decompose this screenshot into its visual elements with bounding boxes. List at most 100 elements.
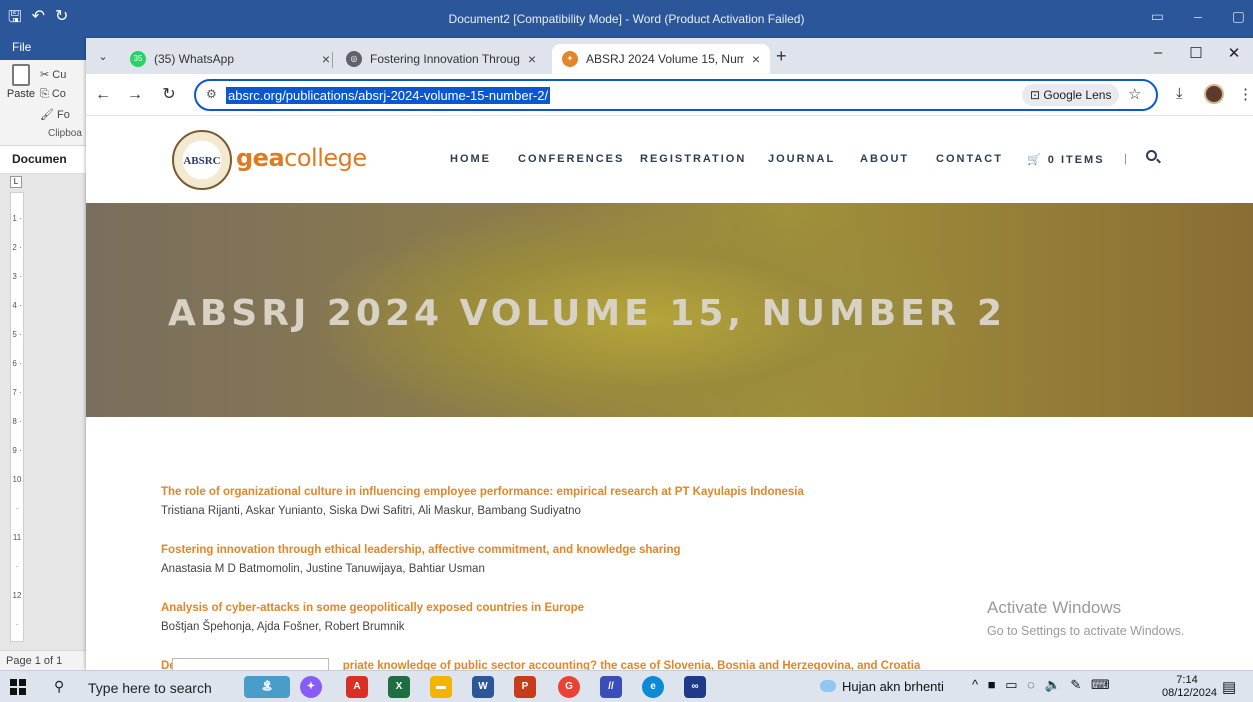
tab-absrj[interactable]: ✦ ABSRJ 2024 Volume 15, Numbe × [552,44,770,74]
tab-selector[interactable]: L [10,176,22,188]
globe-icon: ◎ [346,51,362,67]
new-tab-icon[interactable]: + [776,46,787,67]
weather-widget[interactable]: Hujan akn brhenti [820,679,944,694]
reload-icon[interactable]: ↻ [158,84,180,106]
copy-button[interactable]: ⎘ Co [40,88,66,101]
tab-strip: ⌄ 35 (35) WhatsApp × ◎ Fostering Innovat… [86,38,1253,74]
publication-title-link[interactable]: Fostering innovation through ethical lea… [161,544,681,556]
copilot-icon[interactable]: ✦ [300,676,322,698]
tab-fostering[interactable]: ◎ Fostering Innovation Through E × [336,44,546,74]
menu-conferences[interactable]: CONFERENCES [518,153,624,165]
word-navigation-pane: Documen [0,146,86,174]
tab-whatsapp[interactable]: 35 (35) WhatsApp × [120,44,340,74]
pen-icon[interactable]: ✎ [1070,677,1084,692]
geacollege-logo[interactable]: geacollege [236,144,367,172]
download-icon[interactable]: ⤓ [1176,85,1183,102]
word-status-bar: Page 1 of 1 [0,650,86,670]
word-icon[interactable]: W [472,676,494,698]
url-text[interactable]: absrc.org/publications/absrj-2024-volume… [226,87,551,104]
tab-title: Fostering Innovation Through E [370,52,520,66]
site-info-icon[interactable]: ⚙ [206,87,217,101]
back-icon[interactable]: ← [92,84,114,106]
browser-toolbar: ← → ↻ ⚙ absrc.org/publications/absrj-202… [86,74,1253,116]
maximize-icon[interactable]: ☐ [1177,44,1215,62]
windows-taskbar: ⚲ Type here to search 🏝 ✦ A X ▬ W P G //… [0,670,1253,702]
close-tab-icon[interactable]: × [752,51,760,67]
forward-icon[interactable]: → [124,84,146,106]
excel-icon[interactable]: X [388,676,410,698]
minimize-icon[interactable]: – [1139,44,1177,62]
tray-app-icon[interactable]: ■ [988,677,999,692]
notification-icon[interactable]: ▤ [1222,678,1236,696]
taskbar-search[interactable]: ⚲ Type here to search [52,675,230,699]
menu-kebab-icon[interactable]: ⋮ [1238,85,1253,103]
publication-authors: Anastasia M D Batmomolin, Justine Tanuwi… [161,563,485,575]
word-ribbon-tabs: File [0,38,86,60]
menu-about[interactable]: ABOUT [860,153,909,165]
close-tab-icon[interactable]: × [528,51,536,67]
chrome-profile-icon[interactable]: G [558,676,580,698]
language-icon[interactable]: ⌨ [1091,677,1113,692]
meeting-app-icon[interactable]: ∞ [684,676,706,698]
close-tab-icon[interactable]: × [322,51,330,67]
vertical-ruler: L 1 · 2 · 3 · 4 · 5 · 6 · 7 · 8 · 9 · 10… [0,174,86,687]
battery-icon[interactable]: ▭ [1005,677,1020,692]
taskbar-search-placeholder: Type here to search [88,680,212,696]
file-tab[interactable]: File [12,40,31,54]
activate-windows-title: Activate Windows [987,598,1122,617]
whatsapp-icon: 35 [130,51,146,67]
publication-title-link[interactable]: The role of organizational culture in in… [161,486,804,498]
close-icon[interactable]: ✕ [1215,44,1253,62]
word-restore-icon[interactable]: ▭ [1151,8,1164,25]
profile-avatar[interactable] [1204,84,1224,104]
tab-search-icon[interactable]: ⌄ [92,46,114,68]
publication-item: Fostering innovation through ethical lea… [161,544,681,575]
ruler-numbers: 1 · 2 · 3 · 4 · 5 · 6 · 7 · 8 · 9 · 10 ·… [12,214,22,687]
absrc-logo-seal[interactable]: ABSRC [172,130,232,190]
word-title-bar: 🖫 ↶ ↻ Document2 [Compatibility Mode] - W… [0,0,1253,38]
network-icon[interactable]: ◌ [1027,677,1038,692]
system-tray[interactable]: ^ ■ ▭ ◌ 🔈 ✎ ⌨ [972,677,1113,693]
page-count: Page 1 of 1 [6,655,63,667]
acrobat-icon[interactable]: A [346,676,368,698]
paste-button[interactable]: Paste [4,62,38,100]
bookmark-star-icon[interactable]: ☆ [1128,85,1141,103]
menu-journal[interactable]: JOURNAL [768,153,835,165]
logo-seal-text: ABSRC [183,155,221,167]
logo-text-light: college [284,144,367,172]
search-icon: ⚲ [54,678,65,694]
menu-registration[interactable]: REGISTRATION [640,153,746,165]
absrc-favicon-icon: ✦ [562,51,578,67]
start-button[interactable] [10,679,26,695]
dev-tool-icon[interactable]: // [600,676,622,698]
taskbar-clock[interactable]: 7:14 08/12/2024 [1162,674,1218,700]
powerpoint-icon[interactable]: P [514,676,536,698]
format-painter-button[interactable]: 🖌 Fo [40,108,70,121]
file-explorer-icon[interactable]: ▬ [430,676,452,698]
cut-button[interactable]: ✂ Cu [40,68,66,81]
menu-contact[interactable]: CONTACT [936,153,1003,165]
google-lens-button[interactable]: ⊡ Google Lens [1022,84,1120,106]
widgets-icon[interactable]: 🏝 [244,676,290,698]
clipboard-group-label: Clipboa [48,128,82,139]
publication-authors: Boštjan Špehonja, Ajda Fošner, Robert Br… [161,621,405,633]
address-bar[interactable]: ⚙ absrc.org/publications/absrj-2024-volu… [194,79,1158,111]
word-maximize-icon[interactable]: ▢ [1232,8,1245,25]
hero-banner: ABSRJ 2024 VOLUME 15, NUMBER 2 [86,203,1253,417]
menu-cart[interactable]: 🛒 0 ITEMS [1027,153,1105,166]
navigation-label[interactable]: Documen [12,152,67,166]
page-title: ABSRJ 2024 VOLUME 15, NUMBER 2 [168,293,1007,334]
tab-title: ABSRJ 2024 Volume 15, Numbe [586,52,744,66]
edge-icon[interactable]: e [642,676,664,698]
volume-icon[interactable]: 🔈 [1045,677,1064,692]
search-icon[interactable] [1146,150,1157,161]
chevron-up-icon[interactable]: ^ [972,677,981,692]
cart-count: 0 ITEMS [1047,154,1105,166]
tab-title: (35) WhatsApp [154,52,235,66]
publication-item: The role of organizational culture in in… [161,486,804,517]
publication-title-link[interactable]: Analysis of cyber-attacks in some geopol… [161,602,584,614]
google-lens-label: Google Lens [1043,88,1112,102]
clock-date: 08/12/2024 [1162,687,1218,699]
menu-home[interactable]: HOME [450,153,491,165]
word-minimize-icon[interactable]: – [1194,8,1202,25]
